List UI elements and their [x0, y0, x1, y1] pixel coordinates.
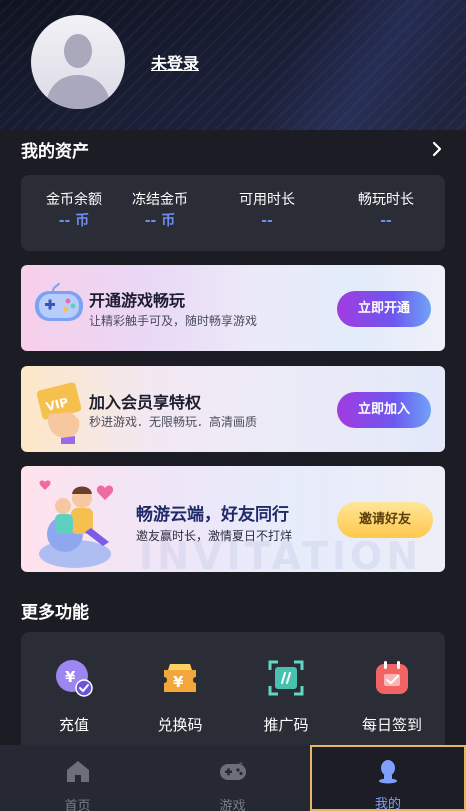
join-now-button[interactable]: 立即加入 — [337, 392, 431, 428]
voucher-button[interactable]: ¥ 兑换码 — [127, 658, 233, 735]
promo-code-button[interactable]: 推广码 — [233, 658, 339, 735]
asset-available-time[interactable]: 可用时长 -- — [214, 190, 320, 232]
more-functions-title: 更多功能 — [21, 603, 89, 623]
gamepad-icon: + — [219, 760, 246, 780]
tab-home[interactable]: 首页 — [0, 745, 155, 811]
function-label: 兑换码 — [157, 716, 203, 734]
function-label: 推广码 — [263, 716, 309, 734]
daily-checkin-button[interactable]: 每日签到 — [339, 658, 445, 735]
function-label: 充值 — [58, 716, 89, 734]
tab-label: 游戏 — [219, 799, 246, 811]
promo-title: 开通游戏畅玩 — [89, 291, 186, 310]
tab-label: 我的 — [374, 797, 401, 811]
assets-section-title: 我的资产 — [21, 142, 89, 162]
asset-value: -- — [261, 213, 273, 229]
promo-banner-membership[interactable]: VIP 加入会员享特权 秒进游戏．无限畅玩．高清画质 立即加入 — [21, 366, 445, 452]
tab-label: 首页 — [64, 799, 91, 811]
profile-icon — [379, 760, 397, 784]
asset-play-time[interactable]: 畅玩时长 -- — [333, 190, 439, 232]
promo-title: 畅游云端，好友同行 — [136, 505, 289, 525]
gamepad-icon — [35, 283, 83, 321]
asset-value: -- 币 — [144, 213, 176, 229]
asset-value: -- — [380, 213, 392, 229]
asset-label: 畅玩时长 — [358, 192, 414, 208]
function-label: 每日签到 — [361, 716, 422, 734]
calendar-checkin-icon — [372, 658, 412, 698]
asset-label: 冻结金币 — [132, 192, 188, 208]
vip-card-icon: VIP — [36, 382, 82, 444]
tab-games[interactable]: + 游戏 — [155, 745, 310, 811]
promo-subtitle: 秒进游戏．无限畅玩．高清画质 — [89, 415, 258, 429]
bottom-tab-bar: 首页 + 游戏 我的 — [0, 745, 466, 811]
promo-title: 加入会员享特权 — [89, 393, 202, 412]
promo-subtitle: 邀友赢时长，激情夏日不打烊 — [136, 529, 293, 543]
recharge-icon: ¥ — [54, 658, 94, 698]
svg-text:¥: ¥ — [65, 668, 76, 686]
assets-card: 金币余额 -- 币 冻结金币 -- 币 可用时长 -- 畅玩时长 -- — [21, 175, 445, 251]
avatar[interactable] — [31, 15, 125, 109]
chevron-right-icon[interactable] — [428, 140, 446, 158]
promo-banner-invite-friends[interactable]: INVITATION 畅游云端，好友同行 邀友赢时长，激情夏日不打烊 邀请好友 — [21, 466, 445, 572]
friends-illustration-icon — [39, 480, 114, 568]
recharge-button[interactable]: ¥ 充值 — [21, 658, 127, 735]
voucher-icon: ¥ — [160, 658, 200, 698]
svg-text:+: + — [238, 760, 244, 768]
more-functions-card: ¥ 充值 ¥ 兑换码 推广码 每日签到 — [21, 632, 445, 752]
asset-label: 可用时长 — [239, 192, 295, 208]
svg-text:¥: ¥ — [173, 673, 184, 691]
activate-now-button[interactable]: 立即开通 — [337, 291, 431, 327]
invite-friends-button[interactable]: 邀请好友 — [337, 502, 433, 538]
default-user-icon — [45, 34, 111, 109]
tab-mine[interactable]: 我的 — [310, 745, 466, 811]
promo-subtitle: 让精彩触手可及，随时畅享游戏 — [89, 314, 258, 328]
home-icon — [66, 761, 89, 782]
promo-banner-game-pass[interactable]: 开通游戏畅玩 让精彩触手可及，随时畅享游戏 立即开通 — [21, 265, 445, 351]
promo-code-icon — [266, 658, 306, 698]
login-status-link[interactable]: 未登录 — [151, 50, 199, 74]
asset-frozen-coins[interactable]: 冻结金币 -- 币 — [107, 190, 213, 232]
